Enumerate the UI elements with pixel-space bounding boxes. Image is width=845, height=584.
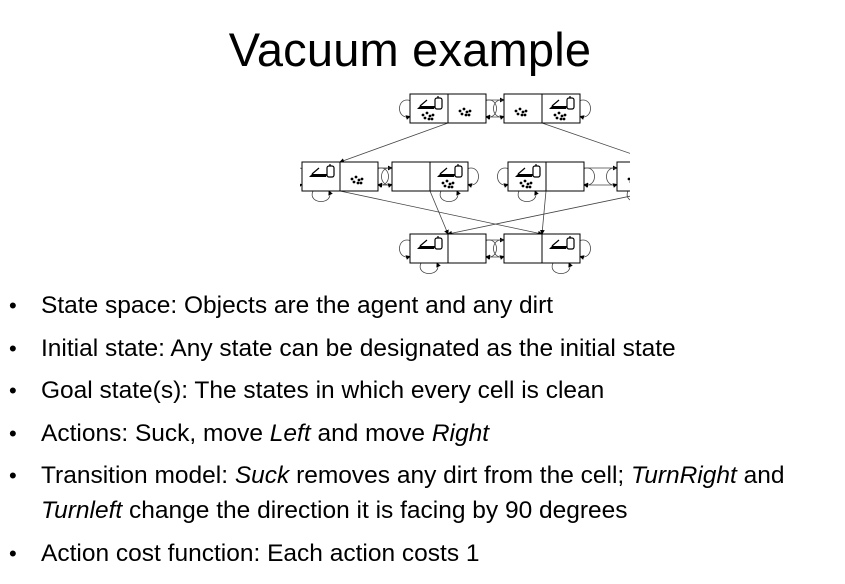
bullet-item: • Initial state: Any state can be designa… (0, 331, 845, 366)
state-box (503, 233, 581, 264)
self-loop-arrow (583, 167, 595, 188)
bullet-dot: • (9, 293, 17, 318)
bullet-emphasis: TurnRight (631, 462, 737, 489)
bullet-emphasis: Left (269, 419, 311, 447)
bullet-text: Actions: Suck, move (41, 419, 270, 447)
bullet-text: change the direction it is facing by 90 … (122, 497, 628, 524)
vacuum-state-space-diagram (300, 93, 630, 274)
bullet-item: • Action cost function: Each action costs… (0, 536, 845, 571)
self-loop-arrow (399, 239, 411, 260)
transition-arrow (447, 195, 630, 236)
bullet-dot: • (9, 540, 17, 566)
transition-arrow (539, 190, 547, 235)
bullet-dot: • (9, 335, 17, 361)
self-loop-arrow (493, 99, 505, 120)
state-box (409, 93, 487, 124)
state-box (391, 161, 469, 192)
bullet-item: • Actions: Suck, move Left and move Right (0, 416, 845, 451)
bullet-dot: • (9, 420, 17, 446)
bullet-list: • State space: Objects are the agent and … (0, 288, 845, 578)
transition-arrow (429, 190, 449, 235)
bullet-text: State space: Objects are the agent and a… (41, 292, 554, 319)
bullet-text: Goal state(s): The states in which every… (41, 377, 605, 404)
bullet-text: Transition model: (41, 462, 235, 489)
self-loop-arrow (399, 99, 411, 120)
transition-arrow (541, 122, 630, 154)
slide: Vacuum example • State space: Objects are… (0, 0, 845, 584)
self-loop-arrow (497, 167, 509, 188)
self-loop-arrow (467, 167, 479, 188)
bullet-emphasis: Turnleft (41, 497, 123, 524)
bullet-emphasis: Suck (234, 462, 290, 489)
state-box (503, 93, 581, 124)
bullet-item: • Transition model: Suck removes any dirt… (0, 458, 845, 528)
bullet-dot: • (9, 378, 17, 403)
self-loop-arrow (311, 190, 333, 202)
bullet-dot: • (9, 463, 17, 488)
bullet-emphasis: Right (431, 419, 490, 447)
bullet-text: Action cost function: Each action costs … (41, 539, 480, 567)
state-box (409, 233, 487, 264)
state-box (616, 161, 630, 192)
bullet-text: and (736, 462, 785, 489)
self-loop-arrow (551, 262, 573, 274)
transition-arrows (339, 97, 630, 260)
self-loop-arrow (419, 262, 441, 274)
transition-arrow (339, 122, 449, 163)
self-loop-arrow (485, 239, 497, 260)
bullet-text: Initial state: Any state can be designat… (41, 334, 676, 362)
bullet-item: • Goal state(s): The states in which ever… (0, 373, 845, 408)
self-loop-arrow (579, 99, 591, 120)
slide-title: Vacuum example (228, 23, 592, 76)
self-loop-arrow (485, 99, 497, 120)
state-box (507, 161, 585, 192)
self-loop-arrow (606, 167, 618, 188)
self-loop-arrow (579, 239, 591, 260)
state-box (301, 161, 379, 192)
self-loop-arrow (493, 239, 505, 260)
state-boxes (301, 93, 630, 264)
bullet-text: and move (310, 419, 432, 447)
bullet-text: removes any dirt from the cell; (289, 462, 632, 489)
bullet-item: • State space: Objects are the agent and … (0, 288, 845, 323)
self-loop-arrow (517, 190, 539, 202)
self-loop-arrow (439, 190, 461, 202)
